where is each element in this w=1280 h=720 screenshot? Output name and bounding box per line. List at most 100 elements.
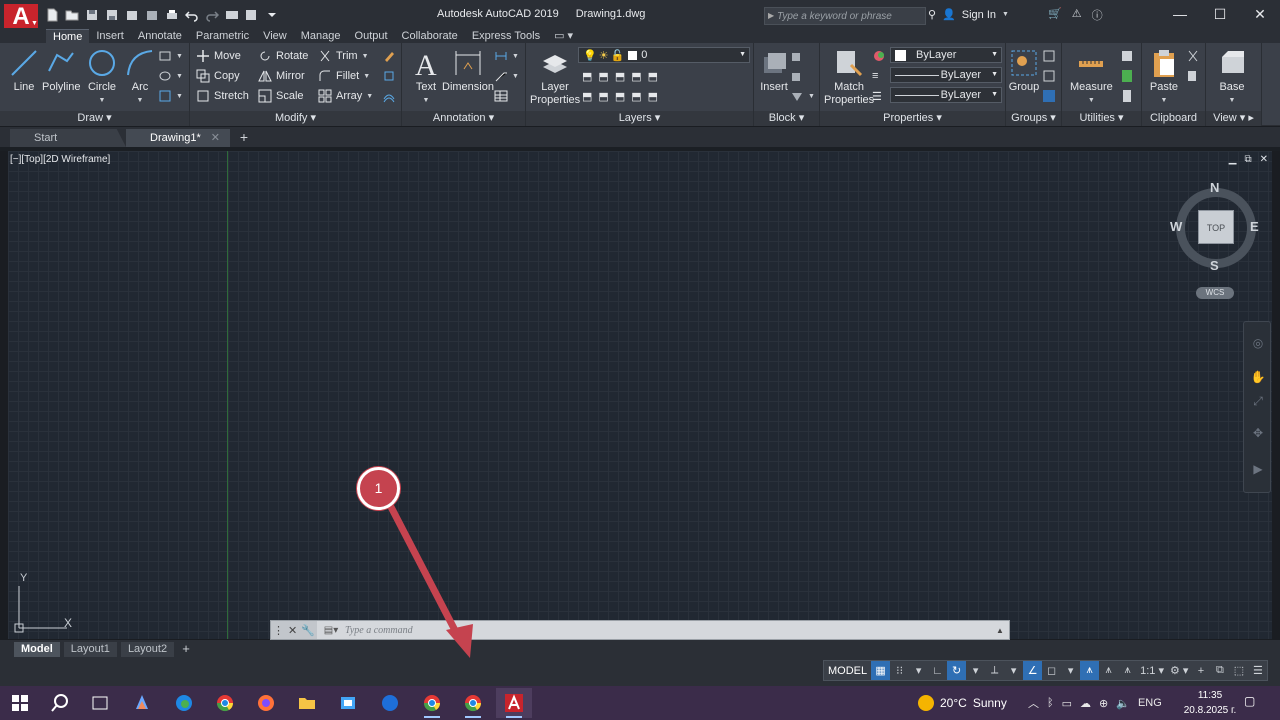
grid-button[interactable]: ▦: [871, 661, 891, 680]
new-file-button[interactable]: [44, 7, 60, 23]
chrome-app[interactable]: [207, 688, 243, 718]
close-icon[interactable]: ✕: [211, 129, 220, 147]
boundary-button[interactable]: ▼: [158, 87, 183, 105]
lineweight-dropdown[interactable]: ByLayer ▼: [890, 67, 1002, 83]
plot-button[interactable]: [164, 7, 180, 23]
quick-select-button[interactable]: [1120, 47, 1134, 65]
search-button[interactable]: [42, 688, 78, 718]
paste-button[interactable]: Paste ▼: [1148, 47, 1180, 107]
viewport-close-icon[interactable]: ✕: [1260, 154, 1268, 165]
circle-button[interactable]: Circle ▼: [86, 47, 118, 107]
tab-layout2[interactable]: Layout2: [120, 642, 175, 657]
network-icon[interactable]: ⊕: [1099, 697, 1108, 710]
firefox-app[interactable]: [248, 688, 284, 718]
clock[interactable]: 11:35 20.8.2025 г.: [1180, 688, 1240, 718]
annotation-monitor-button[interactable]: +: [1191, 661, 1210, 680]
zoom-extents-icon[interactable]: ⤢: [1250, 394, 1266, 410]
copy-clip-button[interactable]: [1186, 67, 1200, 85]
bluetooth-icon[interactable]: ᛒ: [1047, 697, 1054, 709]
mirror-button[interactable]: Mirror: [258, 67, 305, 85]
meet-now-icon[interactable]: ▭: [1062, 697, 1072, 710]
chrome-profile-1-app[interactable]: [414, 688, 450, 718]
edit-block-button[interactable]: [790, 67, 804, 85]
draw-panel-title[interactable]: Draw ▾: [0, 111, 189, 126]
command-history-button[interactable]: ▲: [991, 626, 1009, 635]
tab-manage[interactable]: Manage: [294, 29, 348, 44]
fillet-button[interactable]: Fillet ▼: [318, 67, 370, 85]
cut-button[interactable]: [1186, 47, 1200, 65]
hatch-button[interactable]: ▼: [158, 67, 183, 85]
search-box[interactable]: ▶: [764, 7, 926, 25]
tab-output[interactable]: Output: [348, 29, 395, 44]
erase-button[interactable]: [382, 47, 396, 65]
block-panel-title[interactable]: Block ▾: [754, 111, 819, 126]
exchange-icon[interactable]: ⚠: [1072, 7, 1082, 23]
polar-button[interactable]: ↻: [947, 661, 967, 680]
close-icon[interactable]: ✕: [288, 624, 297, 637]
object-snap-tracking-button[interactable]: ∠: [1023, 661, 1043, 680]
arc-button[interactable]: Arc ▼: [124, 47, 156, 107]
annotation-scale-dropdown[interactable]: 1:1 ▾: [1137, 661, 1167, 680]
tab-parametric[interactable]: Parametric: [189, 29, 256, 44]
tab-express-tools[interactable]: Express Tools: [465, 29, 547, 44]
tab-view[interactable]: View: [256, 29, 294, 44]
group-edit-button[interactable]: [1042, 67, 1056, 85]
compass-east[interactable]: E: [1250, 219, 1259, 234]
osnap-dropdown[interactable]: ▾: [1061, 661, 1080, 680]
viewport-controls-label[interactable]: [−][Top][2D Wireframe]: [10, 154, 110, 165]
layer-on-icon[interactable]: ⬒: [582, 90, 592, 103]
polyline-button[interactable]: Polyline: [42, 47, 81, 94]
redo-button[interactable]: [204, 7, 220, 23]
edit-attributes-button[interactable]: ▼: [790, 87, 815, 105]
autoscale-button[interactable]: ⩚: [1099, 661, 1118, 680]
customize-qat-button[interactable]: [264, 7, 280, 23]
object-snap-button[interactable]: ◻: [1042, 661, 1061, 680]
ortho-button[interactable]: ∟: [928, 661, 947, 680]
clipboard-panel-title[interactable]: Clipboard: [1142, 111, 1205, 126]
open-file-button[interactable]: [64, 7, 80, 23]
annotation-icon-button[interactable]: ⩚: [1118, 661, 1137, 680]
copilot-app[interactable]: [124, 688, 160, 718]
layer-properties-button[interactable]: Layer Properties: [530, 47, 580, 107]
wrench-icon[interactable]: 🔧: [301, 624, 315, 637]
teams-app[interactable]: [372, 688, 408, 718]
start-button[interactable]: [2, 688, 38, 718]
edge-app[interactable]: [166, 688, 202, 718]
grip-icon[interactable]: ⋮: [273, 624, 284, 637]
sign-in-button[interactable]: ⚲ 👤 Sign In ▼: [928, 8, 1009, 22]
snap-dropdown[interactable]: ▾: [909, 661, 928, 680]
workspace-switch-button[interactable]: ⚙ ▾: [1167, 661, 1191, 680]
search-input[interactable]: [765, 8, 925, 24]
layer-dropdown[interactable]: 💡 ☀ 🔓 0 ▼: [578, 47, 750, 63]
file-explorer-app[interactable]: [289, 688, 325, 718]
viewcube-top-face[interactable]: TOP: [1198, 210, 1234, 244]
group-button[interactable]: Group: [1008, 47, 1040, 94]
layer-lock-icon[interactable]: ⬒: [631, 70, 641, 83]
calculator-button[interactable]: [1120, 67, 1134, 85]
workspace-button[interactable]: [244, 7, 260, 23]
base-view-button[interactable]: Base ▼: [1216, 47, 1248, 107]
layer-current-icon[interactable]: ⬒: [648, 90, 658, 103]
snap-button[interactable]: ⁝⁝: [890, 661, 909, 680]
table-button[interactable]: [494, 87, 508, 105]
autocad-app[interactable]: [496, 688, 532, 718]
viewport-restore-icon[interactable]: ⧉: [1244, 154, 1251, 165]
save-button[interactable]: [84, 7, 100, 23]
new-layout-button[interactable]: +: [178, 642, 194, 657]
model-space-button[interactable]: MODEL: [824, 661, 871, 680]
group-select-button[interactable]: [1042, 87, 1056, 105]
isodraft-dropdown[interactable]: ▾: [1004, 661, 1023, 680]
array-button[interactable]: Array ▼: [318, 87, 373, 105]
linetype-dropdown[interactable]: ByLayer ▼: [890, 87, 1002, 103]
new-tab-button[interactable]: +: [236, 130, 252, 146]
ribbon-options-button[interactable]: ▭ ▾: [547, 29, 580, 44]
move-button[interactable]: Move: [196, 47, 241, 65]
minimize-button[interactable]: —: [1160, 0, 1200, 28]
clean-screen-button[interactable]: ⬚: [1229, 661, 1248, 680]
cart-icon[interactable]: 🛒: [1048, 7, 1062, 23]
ungroup-button[interactable]: [1042, 47, 1056, 65]
create-block-button[interactable]: [790, 47, 804, 65]
chrome-profile-2-app[interactable]: [455, 688, 491, 718]
recent-commands-button[interactable]: ▤▾: [317, 621, 345, 639]
open-web-button[interactable]: [124, 7, 140, 23]
